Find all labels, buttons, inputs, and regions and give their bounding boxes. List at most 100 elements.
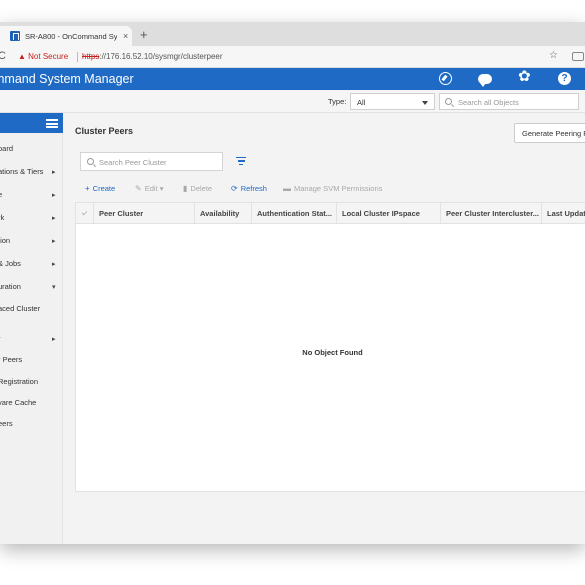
sidebar-item[interactable]: r▸ bbox=[0, 334, 60, 348]
sidebar-item[interactable]: uration ▾ bbox=[0, 282, 60, 296]
manage-label: Manage SVM Permissions bbox=[294, 184, 383, 193]
compass-icon[interactable] bbox=[439, 72, 452, 85]
type-select[interactable]: All bbox=[350, 93, 435, 110]
sidebar-item-label: & Jobs bbox=[0, 259, 21, 268]
close-tab-icon[interactable]: × bbox=[123, 31, 128, 41]
cluster-peers-table: Peer Cluster Availability Authentication… bbox=[75, 202, 585, 492]
url-field[interactable]: https://176.16.52.10/sysmgr/clusterpeer bbox=[82, 52, 223, 61]
refresh-icon: ⟳ bbox=[231, 184, 238, 193]
sidebar-item-label: aced Cluster bbox=[0, 304, 41, 313]
column-availability[interactable]: Availability bbox=[195, 203, 252, 224]
sidebar-item-label: vare Cache bbox=[0, 398, 37, 407]
sidebar-item[interactable]: rk ▸ bbox=[0, 213, 60, 227]
generate-peering-button[interactable]: Generate Peering Pa bbox=[514, 123, 585, 143]
sidebar-item[interactable]: & Jobs ▸ bbox=[0, 259, 60, 273]
create-button[interactable]: + Create bbox=[85, 184, 115, 193]
sidebar: oardations & Tiers▸e▸rk▸tion▸& Jobs▸urat… bbox=[0, 113, 63, 544]
global-search-placeholder: Search all Objects bbox=[458, 98, 519, 107]
table-header: Peer Cluster Availability Authentication… bbox=[76, 203, 585, 224]
global-search-strip: Type: All Search all Objects bbox=[0, 90, 585, 113]
bookmark-star-icon[interactable]: ☆ bbox=[549, 50, 558, 61]
edit-button[interactable]: ✎ Edit ▾ bbox=[135, 184, 164, 193]
page-title: Cluster Peers bbox=[75, 126, 134, 136]
search-icon bbox=[87, 158, 94, 165]
sidebar-item-label: r bbox=[0, 334, 1, 343]
column-local-cluster-ipspace[interactable]: Local Cluster IPspace bbox=[337, 203, 441, 224]
app-title: mmand System Manager bbox=[0, 72, 134, 86]
sidebar-item-label: tion bbox=[0, 236, 11, 245]
type-label: Type: bbox=[328, 97, 347, 106]
peer-cluster-search-input[interactable]: Search Peer Cluster bbox=[80, 152, 223, 171]
reload-icon[interactable]: C bbox=[0, 50, 6, 62]
create-label: Create bbox=[92, 184, 116, 193]
sidebar-item-label: ations & Tiers bbox=[0, 167, 44, 176]
permissions-icon: ▬ bbox=[283, 184, 291, 193]
app-header: mmand System Manager ✿ ? bbox=[0, 68, 585, 90]
sidebar-item-label: uration bbox=[0, 282, 21, 291]
sidebar-item-label: Registration bbox=[0, 377, 39, 386]
netapp-favicon-icon bbox=[10, 31, 20, 41]
menu-icon[interactable] bbox=[46, 119, 58, 128]
column-peer-cluster[interactable]: Peer Cluster bbox=[94, 203, 195, 224]
chevron-right-icon: ▸ bbox=[52, 238, 56, 245]
chevron-down-icon bbox=[422, 101, 428, 105]
sidebar-item-label: eers bbox=[0, 419, 13, 428]
extension-icon[interactable] bbox=[572, 52, 584, 61]
type-select-value: All bbox=[357, 98, 366, 107]
empty-state-message: No Object Found bbox=[302, 348, 363, 357]
column-last-update[interactable]: Last Update bbox=[542, 203, 585, 224]
chevron-right-icon: ▸ bbox=[52, 169, 56, 176]
sidebar-item-label: e bbox=[0, 190, 3, 199]
trash-icon: ▮ bbox=[183, 184, 188, 193]
warning-icon: ▲ bbox=[18, 52, 29, 61]
not-secure-label: Not Secure bbox=[28, 52, 69, 61]
tab-strip: SR-A800 - OnCommand Syst × + bbox=[0, 22, 585, 46]
column-authentication-status[interactable]: Authentication Stat... bbox=[252, 203, 337, 224]
chevron-down-icon: ▾ bbox=[157, 184, 164, 193]
sidebar-item[interactable]: eers bbox=[0, 419, 60, 433]
plus-icon: + bbox=[85, 184, 90, 193]
chevron-right-icon: ▸ bbox=[52, 261, 56, 268]
sidebar-item-label: oard bbox=[0, 144, 14, 153]
url-path: ://176.16.52.10/sysmgr/clusterpeer bbox=[99, 52, 223, 61]
chevron-right-icon: ▸ bbox=[52, 336, 56, 343]
filter-icon[interactable] bbox=[236, 157, 246, 165]
peer-search-placeholder: Search Peer Cluster bbox=[99, 158, 167, 167]
sidebar-item[interactable]: Registration bbox=[0, 377, 60, 391]
sidebar-item[interactable]: e ▸ bbox=[0, 190, 60, 204]
gear-icon[interactable]: ✿ bbox=[518, 69, 531, 84]
chevron-right-icon: ▸ bbox=[52, 192, 56, 199]
pencil-icon: ✎ bbox=[135, 184, 142, 193]
sidebar-item[interactable]: vare Cache bbox=[0, 398, 60, 412]
not-secure-indicator[interactable]: ▲ Not Secure bbox=[18, 52, 68, 61]
url-scheme: https bbox=[82, 52, 100, 61]
sidebar-item[interactable]: r Peers bbox=[0, 355, 60, 369]
sidebar-header bbox=[0, 113, 63, 133]
help-icon[interactable]: ? bbox=[558, 72, 571, 85]
select-all-checkbox[interactable] bbox=[76, 203, 94, 224]
manage-svm-permissions-button[interactable]: ▬ Manage SVM Permissions bbox=[283, 184, 382, 193]
chat-icon[interactable] bbox=[478, 74, 492, 87]
sidebar-item-label: r Peers bbox=[0, 355, 23, 364]
delete-label: Delete bbox=[190, 184, 213, 193]
edit-label: Edit bbox=[144, 184, 158, 193]
tab-title: SR-A800 - OnCommand Syst bbox=[25, 31, 117, 41]
refresh-label: Refresh bbox=[240, 184, 267, 193]
toolbar: + Create ✎ Edit ▾ ▮ Delete ⟳ Refresh ▬ Manage… bbox=[75, 180, 585, 200]
global-search-input[interactable]: Search all Objects bbox=[439, 93, 579, 110]
sidebar-item[interactable]: aced Cluster bbox=[0, 304, 60, 318]
search-icon bbox=[445, 98, 452, 105]
browser-tab[interactable]: SR-A800 - OnCommand Syst × bbox=[0, 26, 132, 46]
address-divider bbox=[77, 52, 78, 62]
chevron-right-icon: ▸ bbox=[52, 215, 56, 222]
sidebar-item[interactable]: ations & Tiers ▸ bbox=[0, 167, 60, 181]
sidebar-item-label: rk bbox=[0, 213, 5, 222]
sidebar-item[interactable]: tion ▸ bbox=[0, 236, 60, 250]
column-peer-cluster-intercluster[interactable]: Peer Cluster Intercluster... bbox=[441, 203, 542, 224]
delete-button[interactable]: ▮ Delete bbox=[183, 184, 212, 193]
refresh-button[interactable]: ⟳ Refresh bbox=[231, 184, 267, 193]
chevron-down-icon: ▾ bbox=[52, 284, 56, 291]
address-bar-row: C ▲ Not Secure https://176.16.52.10/sysm… bbox=[0, 46, 585, 68]
new-tab-button[interactable]: + bbox=[140, 27, 148, 42]
sidebar-item[interactable]: oard bbox=[0, 144, 60, 158]
